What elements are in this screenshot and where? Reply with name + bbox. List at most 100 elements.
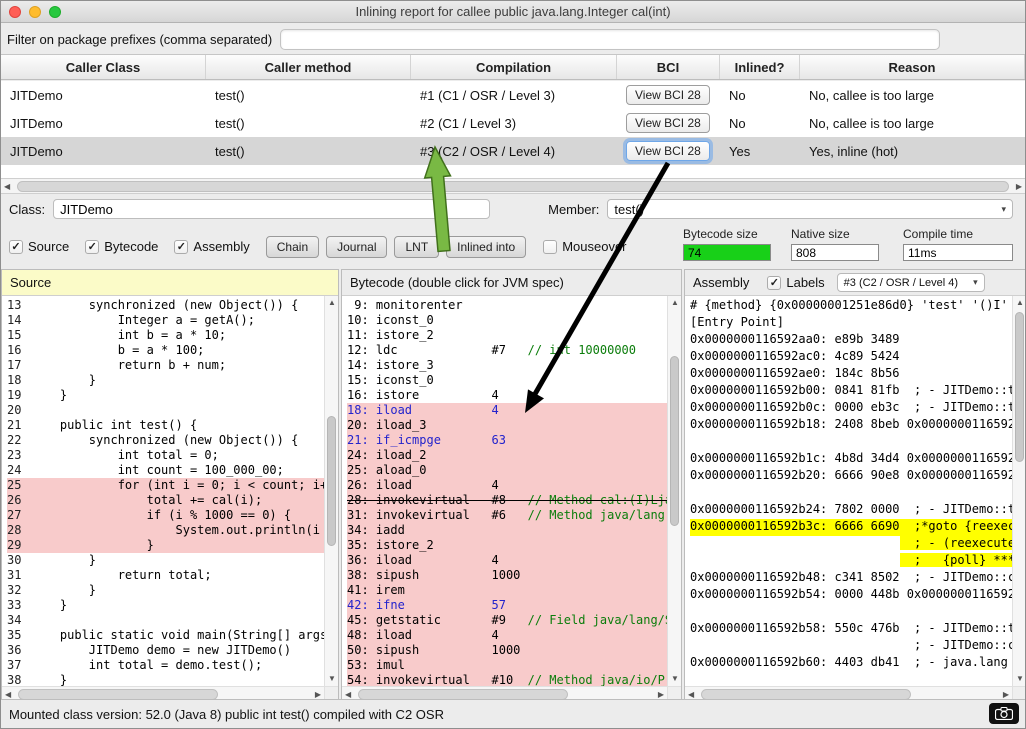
package-filter-input[interactable]	[280, 29, 940, 50]
assembly-code: 0x0000000116592b24: 7802 0000	[690, 502, 900, 516]
lnt-button[interactable]: LNT	[394, 236, 439, 258]
member-select[interactable]: test() ▾	[607, 199, 1013, 219]
bytecode-instruction: 38: sipush 1000	[347, 568, 520, 582]
minimize-button[interactable]	[29, 6, 41, 18]
scroll-left-arrow-icon[interactable]: ◀	[5, 691, 11, 699]
source-code-text: return b + num;	[31, 358, 226, 372]
view-bci-button[interactable]: View BCI 28	[626, 85, 710, 105]
source-line: 13 synchronized (new Object()) {	[7, 298, 324, 313]
scrollbar-thumb[interactable]	[670, 356, 679, 526]
source-line: 14 Integer a = getA();	[7, 313, 324, 328]
assembly-code: [Entry Point]	[690, 315, 784, 329]
source-line: 17 return b + num;	[7, 358, 324, 373]
source-code-text: int total = demo.test();	[31, 658, 262, 672]
source-code-view[interactable]: 13 synchronized (new Object()) { 14 Inte…	[2, 296, 324, 686]
source-line: 35 public static void main(String[] args	[7, 628, 324, 643]
inlined-into-button[interactable]: Inlined into	[446, 236, 526, 258]
line-number: 34	[7, 613, 31, 628]
bytecode-size-bar: 74	[683, 244, 771, 261]
screenshot-camera-icon[interactable]	[989, 703, 1019, 724]
assembly-horizontal-scrollbar[interactable]: ◀ ▶	[685, 686, 1012, 700]
scroll-right-arrow-icon[interactable]: ▶	[1016, 183, 1022, 191]
close-button[interactable]	[9, 6, 21, 18]
source-code-text: }	[31, 373, 96, 387]
scroll-left-arrow-icon[interactable]: ◀	[345, 691, 351, 699]
column-header-caller-class[interactable]: Caller Class	[1, 55, 206, 79]
bytecode-line: 16: istore 4	[347, 388, 667, 403]
bytecode-instruction: 41: irem	[347, 583, 405, 597]
bytecode-horizontal-scrollbar[interactable]: ◀ ▶	[342, 686, 667, 700]
column-header-inlined[interactable]: Inlined?	[720, 55, 800, 79]
scroll-right-arrow-icon[interactable]: ▶	[1003, 691, 1009, 699]
bytecode-checkbox-label: Bytecode	[104, 239, 158, 254]
assembly-checkbox[interactable]: ✓	[174, 240, 188, 254]
bytecode-line: 11: istore_2	[347, 328, 667, 343]
assembly-line: 0x0000000116592b3c: 6666 6690 ;*goto {re…	[690, 519, 1012, 536]
scrollbar-thumb[interactable]	[327, 416, 336, 546]
bytecode-comment: // Field java/lang/S	[506, 613, 667, 627]
scroll-down-arrow-icon[interactable]: ▼	[671, 675, 679, 683]
assembly-line: 0x0000000116592ae0: 184c 8b56	[690, 366, 1012, 383]
table-row[interactable]: JITDemo test() #2 (C1 / Level 3) View BC…	[1, 109, 1025, 137]
bytecode-comment: // int 10000000	[506, 343, 636, 357]
table-row[interactable]: JITDemo test() #1 (C1 / OSR / Level 3) V…	[1, 81, 1025, 109]
source-line: 26 total += cal(i);	[7, 493, 324, 508]
source-checkbox[interactable]: ✓	[9, 240, 23, 254]
scroll-right-arrow-icon[interactable]: ▶	[315, 691, 321, 699]
column-header-bci[interactable]: BCI	[617, 55, 720, 79]
table-horizontal-scrollbar[interactable]: ◀ ▶	[1, 178, 1025, 194]
bytecode-line: 54: invokevirtual #10 // Method java/io/…	[347, 673, 667, 686]
assembly-view[interactable]: # {method} {0x00000001251e86d0} 'test' '…	[685, 296, 1012, 686]
source-line: 23 int total = 0;	[7, 448, 324, 463]
scrollbar-thumb[interactable]	[1015, 312, 1024, 462]
scroll-down-arrow-icon[interactable]: ▼	[1016, 675, 1024, 683]
source-line: 38 }	[7, 673, 324, 686]
labels-checkbox[interactable]: ✓	[767, 276, 781, 290]
bytecode-line: 31: invokevirtual #6 // Method java/lang	[347, 508, 667, 523]
bytecode-panel-header: Bytecode (double click for JVM spec)	[342, 270, 681, 296]
chain-button[interactable]: Chain	[266, 236, 319, 258]
source-vertical-scrollbar[interactable]: ▲ ▼	[324, 296, 338, 686]
source-line: 37 int total = demo.test();	[7, 658, 324, 673]
maximize-button[interactable]	[49, 6, 61, 18]
scroll-left-arrow-icon[interactable]: ◀	[4, 183, 10, 191]
column-header-compilation[interactable]: Compilation	[411, 55, 617, 79]
table-row[interactable]: JITDemo test() #3 (C2 / OSR / Level 4) V…	[1, 137, 1025, 165]
column-header-reason[interactable]: Reason	[800, 55, 1025, 79]
line-number: 35	[7, 628, 31, 643]
view-bci-button[interactable]: View BCI 28	[626, 141, 710, 161]
mouseover-checkbox[interactable]: ✓	[543, 240, 557, 254]
bytecode-instruction: 50: sipush 1000	[347, 643, 520, 657]
scroll-left-arrow-icon[interactable]: ◀	[688, 691, 694, 699]
assembly-code: 0x0000000116592b48: c341 8502	[690, 570, 900, 584]
source-horizontal-scrollbar[interactable]: ◀ ▶	[2, 686, 324, 700]
mouseover-checkbox-label: Mouseover	[562, 239, 626, 254]
assembly-line: 0x0000000116592b18: 2408 8beb 0x00000001…	[690, 417, 1012, 434]
scroll-right-arrow-icon[interactable]: ▶	[658, 691, 664, 699]
scroll-down-arrow-icon[interactable]: ▼	[328, 675, 336, 683]
scrollbar-thumb[interactable]	[17, 181, 1009, 192]
line-number: 30	[7, 553, 31, 568]
journal-button[interactable]: Journal	[326, 236, 387, 258]
scroll-up-arrow-icon[interactable]: ▲	[671, 299, 679, 307]
bytecode-vertical-scrollbar[interactable]: ▲ ▼	[667, 296, 681, 686]
line-number: 28	[7, 523, 31, 538]
bytecode-view[interactable]: 9: monitorenter 10: iconst_0 11: istore_…	[342, 296, 667, 686]
source-line: 15 int b = a * 10;	[7, 328, 324, 343]
class-input[interactable]	[53, 199, 490, 219]
bytecode-instruction: 21: if_icmpge 63	[347, 433, 506, 447]
compile-time-label: Compile time	[903, 227, 1013, 241]
column-header-caller-method[interactable]: Caller method	[206, 55, 411, 79]
scroll-up-arrow-icon[interactable]: ▲	[328, 299, 336, 307]
assembly-comment: ; - JITDemo::c	[900, 570, 1012, 584]
scroll-up-arrow-icon[interactable]: ▲	[1016, 299, 1024, 307]
view-bci-button[interactable]: View BCI 28	[626, 113, 710, 133]
compilation-select[interactable]: #3 (C2 / OSR / Level 4) ▾	[837, 273, 985, 292]
cell-reason: No, callee is too large	[800, 81, 1025, 109]
bytecode-line: 28: invokevirtual #8 // Method cal:(I)Lj…	[347, 493, 667, 508]
bytecode-instruction: 12: ldc #7	[347, 343, 506, 357]
assembly-line	[690, 434, 1012, 451]
assembly-vertical-scrollbar[interactable]: ▲ ▼	[1012, 296, 1026, 686]
bytecode-checkbox[interactable]: ✓	[85, 240, 99, 254]
assembly-line: 0x0000000116592b0c: 0000 eb3c ; - JITDem…	[690, 400, 1012, 417]
